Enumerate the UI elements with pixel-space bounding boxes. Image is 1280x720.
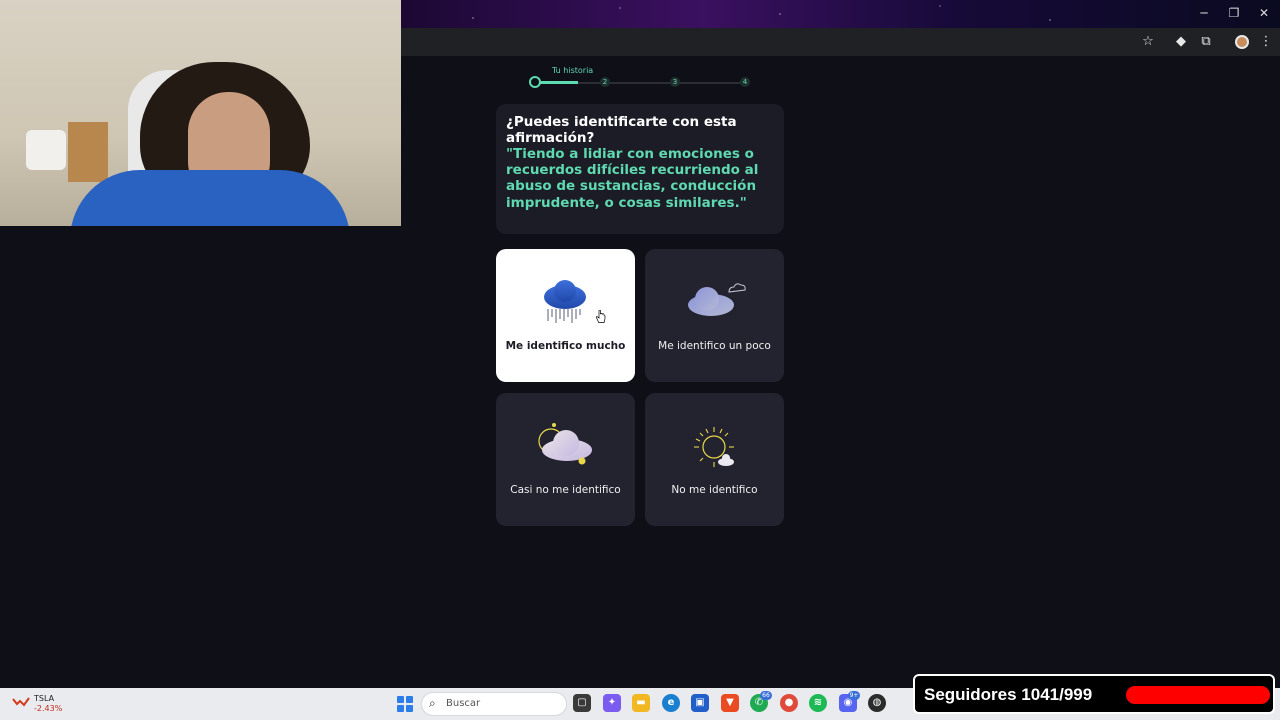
discord-badge: 9+ <box>848 691 860 700</box>
option-no-me-identifico[interactable]: No me identifico <box>645 393 784 526</box>
hand-cursor-icon <box>596 310 606 323</box>
followers-goal-overlay: Seguidores 1041/999 <box>913 674 1275 714</box>
stock-change: -2.43% <box>34 704 63 713</box>
progress-step-current <box>529 76 541 88</box>
quiz-progress: Tu historia 2 3 4 <box>528 64 758 94</box>
search-icon: ⌕ <box>429 696 436 710</box>
option-label: Casi no me identifico <box>510 484 621 496</box>
progress-label: Tu historia <box>552 66 594 75</box>
taskbar-search[interactable]: ⌕ Buscar <box>421 692 567 716</box>
rain-cloud-icon <box>544 280 586 323</box>
spotify-icon[interactable]: ≋ <box>809 694 827 712</box>
cloudy-icon <box>688 283 746 316</box>
extension-icon[interactable]: ◆ <box>1172 34 1190 49</box>
whatsapp-badge: 66 <box>760 691 772 700</box>
stock-widget[interactable]: TSLA -2.43% <box>34 694 62 714</box>
followers-text: Seguidores 1041/999 <box>924 685 1093 704</box>
option-me-identifico-mucho[interactable]: Me identifico mucho <box>496 249 635 382</box>
minimize-button[interactable]: ─ <box>1194 6 1214 20</box>
puzzle-icon[interactable]: ⧉ <box>1197 34 1215 49</box>
copilot-icon[interactable]: ✦ <box>603 694 621 712</box>
webcam-person-body <box>70 170 350 226</box>
option-casi-no-me-identifico[interactable]: Casi no me identifico <box>496 393 635 526</box>
question-statement: "Tiendo a lidiar con emociones o recuerd… <box>506 146 759 211</box>
store-icon[interactable]: ▣ <box>691 694 709 712</box>
option-me-identifico-un-poco[interactable]: Me identifico un poco <box>645 249 784 382</box>
stock-ticker: TSLA <box>34 694 55 703</box>
start-button[interactable] <box>397 696 413 712</box>
chrome-icon[interactable]: ● <box>780 694 798 712</box>
option-label: No me identifico <box>671 484 758 496</box>
webcam-overlay <box>0 0 401 226</box>
option-label: Me identifico un poco <box>658 340 771 352</box>
file-explorer-icon[interactable]: ▬ <box>632 694 650 712</box>
option-label: Me identifico mucho <box>505 340 626 352</box>
menu-icon[interactable]: ⋮ <box>1257 34 1275 49</box>
question-title: ¿Puedes identificarte con esta afirmació… <box>506 114 737 146</box>
progress-step-4: 4 <box>740 77 750 87</box>
obs-icon[interactable]: ◍ <box>868 694 886 712</box>
partly-cloudy-icon <box>538 423 592 465</box>
search-placeholder: Buscar <box>446 698 481 709</box>
stock-widget-icon[interactable] <box>12 696 30 708</box>
followers-progress-bar <box>1126 686 1270 704</box>
brave-icon[interactable]: ▼ <box>721 694 739 712</box>
webcam-blanket <box>26 130 66 170</box>
progress-step-3: 3 <box>670 77 680 87</box>
restore-button[interactable]: ❐ <box>1224 6 1244 20</box>
star-icon[interactable]: ☆ <box>1139 34 1157 49</box>
progress-fill <box>536 81 578 84</box>
close-button[interactable]: ✕ <box>1254 6 1274 20</box>
sun-icon <box>694 427 734 467</box>
edge-icon[interactable]: e <box>662 694 680 712</box>
progress-step-2: 2 <box>600 77 610 87</box>
task-view-icon[interactable]: ▢ <box>573 694 591 712</box>
question-card: ¿Puedes identificarte con esta afirmació… <box>496 104 784 234</box>
profile-avatar[interactable] <box>1235 35 1249 49</box>
webcam-shelf <box>68 122 108 182</box>
